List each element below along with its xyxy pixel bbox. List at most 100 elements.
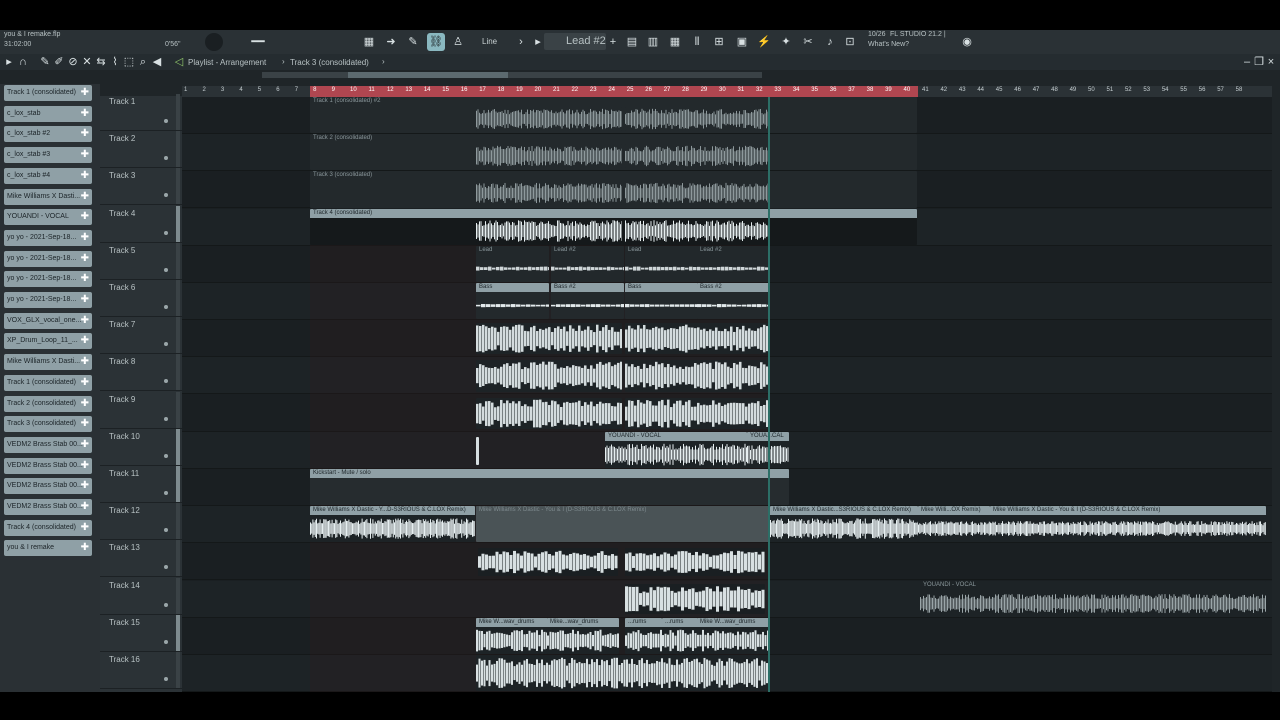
track-header[interactable]: Track 12: [100, 503, 182, 541]
drum-clip[interactable]: [625, 397, 770, 429]
pattern-clip[interactable]: Lead #2: [551, 245, 624, 282]
mute-icon[interactable]: ✕: [80, 55, 94, 69]
audio-clip[interactable]: Mike Williams X Dastic - Y...D-S3RIOUS &…: [310, 506, 475, 543]
browser-item[interactable]: c_lox_stab #2 ✚: [4, 126, 92, 143]
audio-region[interactable]: [625, 181, 770, 206]
timeline-ruler[interactable]: 1 2 3 4 5 6 7 8 9 10 11 12 13 14 15 16 17 18 19 20 21 22 23 24 2…: [182, 86, 1272, 97]
track-enable-led[interactable]: [164, 342, 168, 347]
shop-icon[interactable]: ⊡: [843, 35, 857, 49]
track-enable-led[interactable]: [164, 305, 168, 309]
track-header[interactable]: Track 6: [100, 280, 182, 317]
browser-item[interactable]: Mike Williams X Dasti... ✚: [4, 354, 92, 371]
browser-item[interactable]: yo yo - 2021-Sep-18... ✚: [4, 292, 92, 308]
track-header[interactable]: Track 13: [100, 540, 182, 578]
track-header[interactable]: Track 8: [100, 354, 182, 392]
drum-clip[interactable]: ...rums: [625, 617, 662, 654]
add-icon[interactable]: ✚: [81, 168, 89, 184]
add-icon[interactable]: ✚: [81, 209, 89, 225]
slip-icon[interactable]: ⇆: [94, 55, 108, 69]
track-enable-led[interactable]: [164, 193, 168, 198]
master-pitch-slider[interactable]: ━━: [243, 35, 273, 49]
whats-new-link[interactable]: What's New?: [868, 41, 909, 48]
add-icon[interactable]: ✚: [81, 416, 89, 432]
audio-region[interactable]: [625, 107, 770, 131]
playhead-line[interactable]: [768, 97, 770, 692]
browser-item[interactable]: Track 3 (consolidated) ✚: [4, 416, 92, 433]
vocal-clip[interactable]: YOUANDI - VOCAL: [920, 580, 1266, 617]
track-enable-led[interactable]: [164, 156, 168, 161]
browser-item[interactable]: Track 4 (consolidated) ✚: [4, 519, 92, 536]
add-icon[interactable]: ✚: [81, 251, 89, 267]
browser-item[interactable]: yo yo - 2021-Sep-18... ✚: [4, 250, 92, 267]
browser-item[interactable]: Track 1 (consolidated) ✚: [4, 85, 92, 101]
menu-arrow-icon[interactable]: ▸: [2, 55, 16, 69]
track-enable-led[interactable]: [164, 677, 168, 681]
browser-item[interactable]: YOUANDI - VOCAL ✚: [4, 209, 92, 226]
browser-item[interactable]: c_lox_stab ✚: [4, 105, 92, 122]
browser-item[interactable]: Mike Williams X Dasti... ✚: [4, 188, 92, 205]
stamp-icon[interactable]: ♙: [451, 35, 465, 49]
track-enable-led[interactable]: [164, 230, 168, 235]
speaker-icon[interactable]: ◀: [150, 55, 164, 69]
drum-clip[interactable]: [476, 323, 622, 355]
add-icon[interactable]: ✚: [81, 85, 89, 101]
drum-clip[interactable]: [625, 583, 765, 614]
add-icon[interactable]: ✚: [81, 540, 89, 556]
link-icon[interactable]: ⛓: [427, 33, 445, 51]
add-icon[interactable]: ✚: [81, 499, 89, 515]
add-icon[interactable]: ✚: [81, 520, 89, 536]
track-header[interactable]: Track 2: [100, 131, 182, 169]
track-enable-led[interactable]: [164, 119, 168, 123]
track-enable-led[interactable]: [164, 416, 168, 421]
pattern-clip[interactable]: Bass: [625, 283, 698, 320]
piano-icon[interactable]: ▦: [362, 35, 376, 49]
browser-item[interactable]: XP_Drum_Loop_11_... ✚: [4, 333, 92, 350]
tools-icon[interactable]: ✂: [801, 35, 815, 49]
add-icon[interactable]: ✚: [81, 458, 89, 474]
paint-icon[interactable]: ✐: [52, 55, 66, 69]
audio-region[interactable]: [476, 181, 622, 206]
drum-clip[interactable]: Mike W...wav_drums: [476, 617, 548, 654]
track-enable-led[interactable]: [164, 639, 168, 644]
track-header[interactable]: Track 1: [100, 94, 182, 131]
track-enable-led[interactable]: [164, 453, 168, 458]
browser-item[interactable]: you & I remake ✚: [4, 540, 92, 557]
microphone-icon[interactable]: ♪: [823, 35, 837, 49]
browser-item[interactable]: Track 1 (consolidated) ✚: [4, 374, 92, 391]
drum-clip[interactable]: [476, 360, 622, 392]
track-enable-led[interactable]: [164, 379, 168, 384]
browser-item[interactable]: VEDM2 Brass Stab 00... ✚: [4, 436, 92, 453]
globe-icon[interactable]: ◉: [960, 35, 974, 49]
add-pattern-icon[interactable]: +: [606, 35, 620, 49]
slice-icon[interactable]: ⌇: [108, 55, 122, 69]
add-icon[interactable]: ✚: [81, 333, 89, 349]
pattern-clip[interactable]: Bass #2: [551, 283, 624, 320]
audio-region[interactable]: [476, 107, 622, 131]
track-enable-led[interactable]: [164, 267, 168, 272]
browser-item[interactable]: c_lox_stab #4 ✚: [4, 167, 92, 184]
track-header[interactable]: Track 16: [100, 652, 182, 689]
pencil-icon[interactable]: ✎: [38, 55, 52, 69]
add-icon[interactable]: ✚: [81, 292, 89, 308]
browser-item[interactable]: VEDM2 Brass Stab 00... ✚: [4, 478, 92, 495]
playlist-icon[interactable]: ▤: [625, 35, 639, 49]
drum-clip[interactable]: Mike...wav_drums: [547, 617, 619, 654]
browser-item[interactable]: VEDM2 Brass Stab 00... ✚: [4, 499, 92, 515]
channel-rack-icon[interactable]: ▥: [646, 35, 660, 49]
drum-clip[interactable]: [478, 548, 618, 577]
track-enable-led[interactable]: [164, 565, 168, 570]
audio-region[interactable]: [625, 144, 770, 169]
add-icon[interactable]: ✚: [81, 478, 89, 494]
add-icon[interactable]: ✚: [81, 313, 89, 329]
pattern-clip[interactable]: Bass #2: [697, 283, 770, 320]
pattern-clip[interactable]: Lead #2: [697, 245, 770, 282]
track-header[interactable]: Track 9: [100, 391, 182, 429]
audio-region[interactable]: [476, 144, 622, 169]
browser-icon[interactable]: ▣: [735, 35, 749, 49]
browser-item[interactable]: VOX_GLX_vocal_one... ✚: [4, 312, 92, 329]
chevron-right-icon[interactable]: ›: [514, 35, 528, 49]
horizontal-scrollbar[interactable]: [262, 72, 762, 78]
track-header[interactable]: Track 7: [100, 317, 182, 355]
master-volume-knob[interactable]: [205, 33, 223, 51]
track-enable-led[interactable]: [164, 528, 168, 533]
